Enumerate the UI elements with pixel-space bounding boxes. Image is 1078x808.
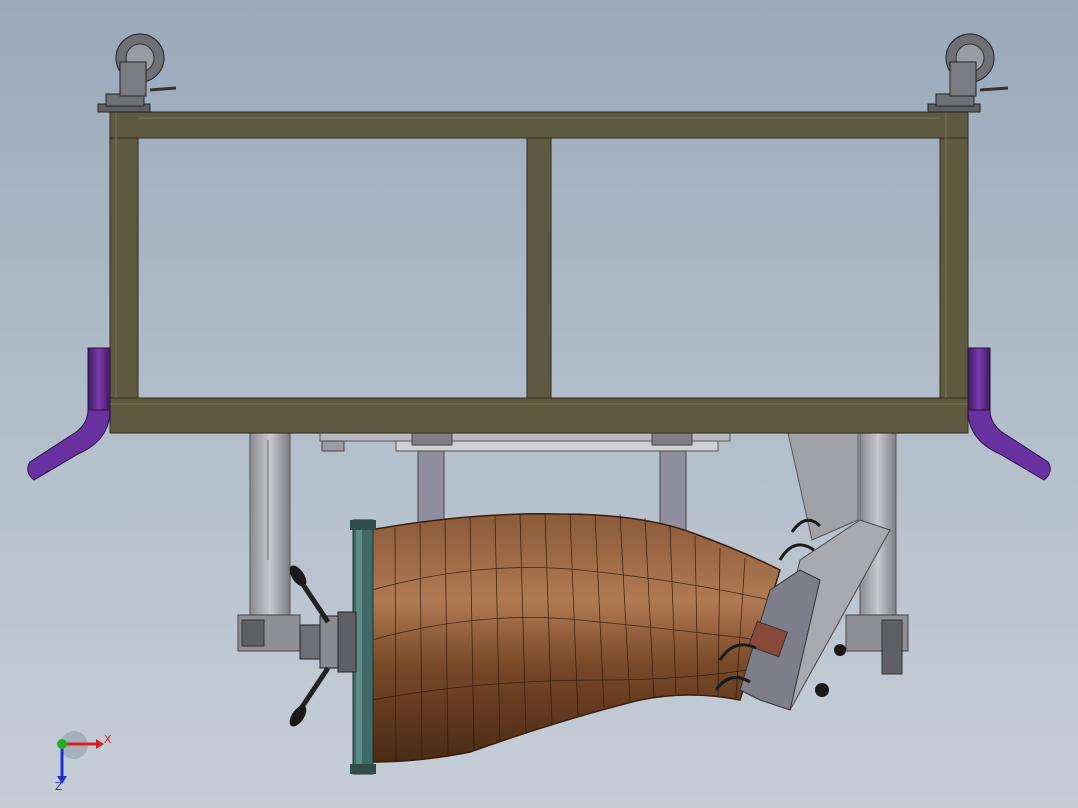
y-axis-point bbox=[57, 739, 67, 749]
clamp-handle-lower[interactable] bbox=[286, 666, 331, 729]
right-caster-wheel bbox=[927, 33, 1009, 113]
z-axis-label: Z bbox=[55, 780, 63, 793]
clamp-handle-upper[interactable] bbox=[286, 563, 331, 624]
left-caster-wheel bbox=[97, 33, 177, 113]
x-axis-label: X bbox=[104, 733, 112, 746]
right-purple-pipe bbox=[967, 347, 1051, 481]
cad-viewport[interactable]: X Z bbox=[0, 0, 1078, 808]
bent-tube-workpiece bbox=[369, 513, 781, 763]
cad-model-view[interactable]: X Z bbox=[0, 0, 1078, 808]
left-purple-pipe bbox=[27, 347, 111, 481]
main-frame bbox=[109, 111, 969, 434]
left-support-column bbox=[237, 432, 301, 652]
orientation-triad: X Z bbox=[55, 731, 112, 793]
